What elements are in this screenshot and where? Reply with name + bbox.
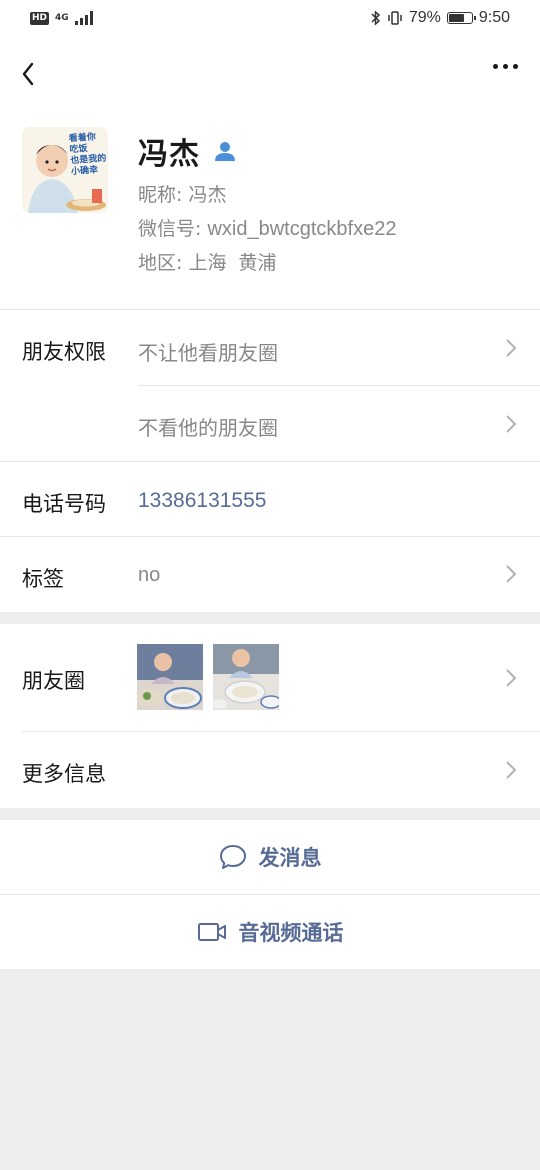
hide-his-moments-option: 不看他的朋友圈 bbox=[138, 416, 278, 440]
status-bar: HD 4G 79% 9:50 bbox=[0, 0, 540, 40]
tags-value: no bbox=[138, 564, 161, 586]
avatar[interactable]: 看着你 吃饭 也是我的 小确幸 bbox=[22, 127, 108, 213]
contact-name: 冯杰 bbox=[138, 137, 200, 172]
hd-indicator: HD bbox=[30, 11, 50, 25]
signal-icon bbox=[74, 11, 93, 25]
video-call-button[interactable]: 音视频通话 bbox=[0, 895, 540, 969]
nickname-row: 昵称: 冯杰 bbox=[138, 180, 226, 207]
tags-row[interactable]: 标签 no bbox=[0, 537, 540, 612]
nav-bar bbox=[0, 40, 540, 106]
network-type: 4G bbox=[55, 13, 69, 23]
permission-row-2[interactable]: 不看他的朋友圈 bbox=[0, 386, 540, 462]
region-row: 地区: 上海 黄浦 bbox=[138, 248, 277, 275]
chevron-right-icon bbox=[506, 761, 517, 779]
phone-row[interactable]: 电话号码 13386131555 bbox=[0, 462, 540, 537]
wechat-id-row: 微信号: wxid_bwtcgtckbfxe22 bbox=[138, 214, 396, 241]
phone-number-link[interactable]: 13386131555 bbox=[138, 489, 266, 513]
nickname-label: 昵称: bbox=[138, 184, 183, 206]
video-call-label: 音视频通话 bbox=[238, 921, 344, 945]
chevron-right-icon bbox=[506, 415, 517, 433]
wechat-id-label: 微信号: bbox=[138, 218, 202, 240]
clock: 9:50 bbox=[478, 9, 510, 26]
video-camera-icon bbox=[197, 923, 226, 941]
hide-my-moments-option: 不让他看朋友圈 bbox=[138, 341, 278, 365]
moments-label: 朋友圈 bbox=[22, 669, 85, 693]
battery-percent: 79% bbox=[408, 9, 441, 26]
send-message-label: 发消息 bbox=[258, 846, 322, 870]
profile-header: 看着你 吃饭 也是我的 小确幸 冯杰 昵称: 冯杰 微信号: wxid_bwtc… bbox=[0, 106, 540, 310]
more-icon[interactable] bbox=[493, 64, 518, 69]
bluetooth-icon bbox=[371, 10, 380, 26]
moments-thumbnail bbox=[213, 644, 279, 710]
back-icon[interactable] bbox=[14, 58, 46, 90]
permission-row-1[interactable]: 朋友权限 不让他看朋友圈 bbox=[0, 310, 540, 386]
tags-label: 标签 bbox=[22, 567, 64, 591]
moments-thumbnail bbox=[137, 644, 203, 710]
chevron-right-icon bbox=[506, 565, 517, 583]
avatar-caption: 看着你 吃饭 也是我的 小确幸 bbox=[68, 132, 107, 178]
more-info-label: 更多信息 bbox=[22, 762, 106, 786]
more-info-row[interactable]: 更多信息 bbox=[0, 732, 540, 808]
moments-row[interactable]: 朋友圈 bbox=[0, 624, 540, 732]
region-label: 地区: bbox=[138, 252, 183, 274]
chevron-right-icon bbox=[506, 339, 517, 357]
battery-icon bbox=[446, 12, 476, 24]
vibrate-icon bbox=[388, 11, 402, 25]
contact-tag-icon bbox=[215, 142, 235, 161]
chat-bubble-icon bbox=[219, 845, 246, 869]
phone-label: 电话号码 bbox=[22, 492, 106, 516]
nickname-value: 冯杰 bbox=[188, 184, 227, 206]
chevron-right-icon bbox=[506, 669, 517, 687]
region-value: 上海 黄浦 bbox=[188, 252, 277, 274]
send-message-button[interactable]: 发消息 bbox=[0, 820, 540, 895]
permissions-label: 朋友权限 bbox=[22, 340, 106, 364]
wechat-id-value: wxid_bwtcgtckbfxe22 bbox=[207, 218, 397, 240]
